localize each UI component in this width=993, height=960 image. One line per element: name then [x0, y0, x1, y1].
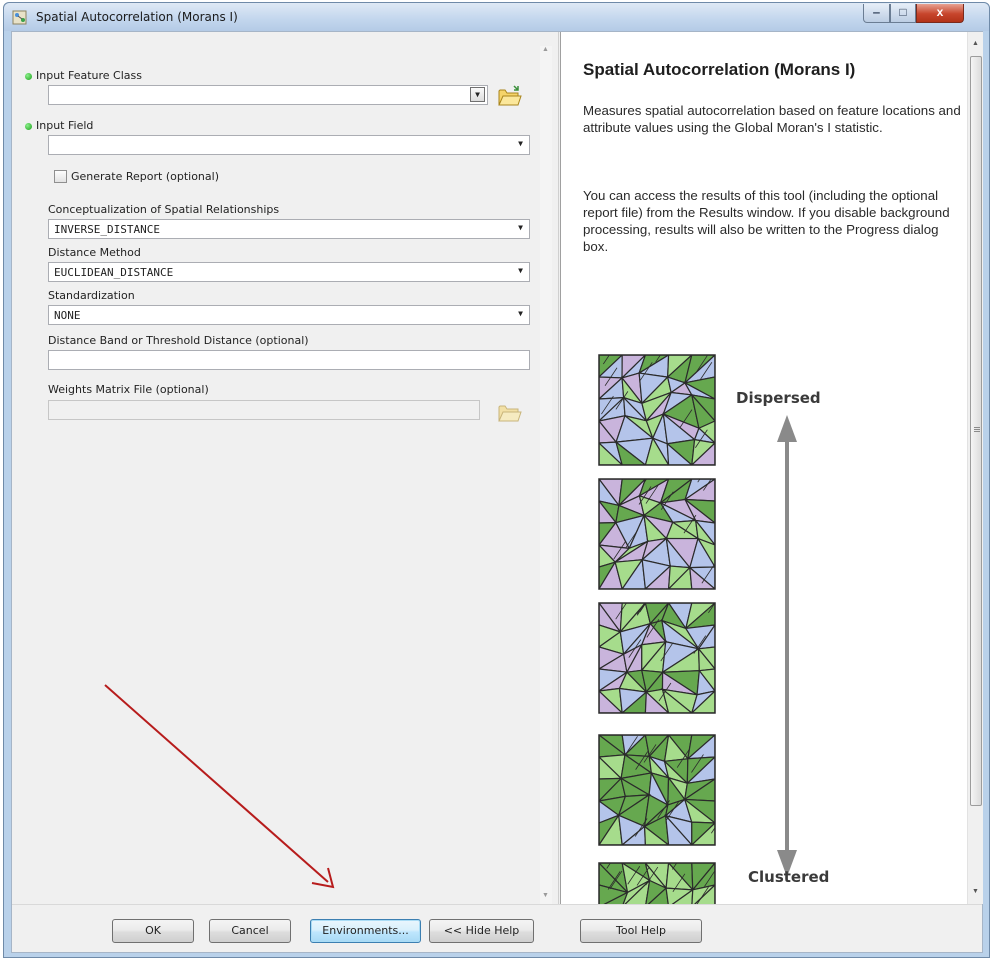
mosaic-tile-5 — [599, 863, 715, 907]
tool-dialog-window: Spatial Autocorrelation (Morans I) ‒ □ x… — [3, 2, 990, 958]
annotation-arrow — [104, 684, 335, 889]
help-scrollbar-thumb[interactable] — [970, 56, 982, 806]
close-button[interactable]: x — [916, 4, 964, 23]
hide-help-button[interactable]: << Hide Help — [429, 919, 534, 943]
close-icon: x — [936, 5, 944, 19]
ok-button[interactable]: OK — [112, 919, 194, 943]
mosaic-tile-3 — [599, 603, 715, 713]
help-pane: Spatial Autocorrelation (Morans I) Measu… — [560, 32, 983, 907]
dialog-client-area: Input Feature Class ▼ Input Field ▼ Gene… — [11, 31, 983, 953]
scroll-down-icon[interactable]: ▼ — [972, 888, 979, 895]
tool-help-button[interactable]: Tool Help — [580, 919, 702, 943]
help-results-note: You can access the results of this tool … — [583, 188, 950, 254]
environments-button[interactable]: Environments... — [310, 919, 421, 943]
dispersed-label: Dispersed — [736, 389, 821, 407]
clustered-label: Clustered — [748, 868, 830, 886]
help-description: Measures spatial autocorrelation based o… — [583, 103, 961, 135]
minimize-icon: ‒ — [873, 5, 880, 19]
mosaic-tile-2 — [599, 479, 715, 589]
mosaic-tile-4 — [599, 735, 715, 845]
tool-app-icon — [12, 10, 27, 25]
maximize-icon: □ — [899, 5, 907, 19]
maximize-button[interactable]: □ — [890, 4, 916, 23]
parameters-pane: Input Feature Class ▼ Input Field ▼ Gene… — [12, 32, 559, 904]
mosaic-tile-1 — [599, 355, 715, 465]
scroll-up-icon[interactable]: ▲ — [972, 40, 979, 47]
dialog-button-bar: OK Cancel Environments... << Hide Help T… — [12, 904, 982, 952]
window-title: Spatial Autocorrelation (Morans I) — [36, 10, 238, 24]
title-bar[interactable]: Spatial Autocorrelation (Morans I) ‒ □ x — [4, 3, 989, 31]
cancel-button[interactable]: Cancel — [209, 919, 291, 943]
help-scrollbar[interactable]: ▲ ▼ — [967, 32, 983, 904]
help-title: Spatial Autocorrelation (Morans I) — [583, 60, 856, 79]
minimize-button[interactable]: ‒ — [863, 4, 890, 23]
